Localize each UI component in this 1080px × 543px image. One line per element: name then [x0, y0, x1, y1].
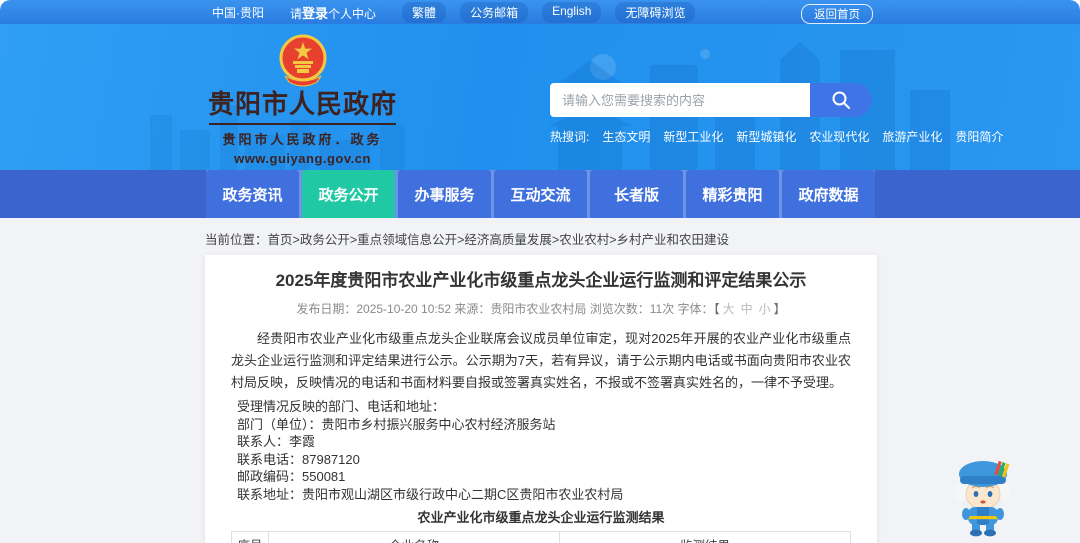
nav-item-4[interactable]: 互动交流	[494, 170, 587, 218]
breadcrumb: 当前位置：首页>政务公开>重点领域信息公开>经济高质量发展>农业农村>乡村产业和…	[205, 229, 729, 248]
font-bracket: 【	[713, 302, 720, 316]
font-size-option[interactable]: 大	[723, 302, 735, 316]
nav-item-2[interactable]: 政务公开	[302, 170, 395, 218]
hot-search-word[interactable]: 贵阳简介	[955, 128, 1003, 145]
monitor-result-table: 序号企业名称监测结果 1贵州合力超市采购有限公司合格2贵州友禾种业有限公司合格3…	[230, 531, 851, 543]
main-navigation: 政务资讯 政务公开 办事服务 互动交流 长者版 精彩贵阳 政府数据	[0, 170, 1080, 218]
font-size-option[interactable]: 小	[759, 302, 771, 316]
search-input[interactable]	[550, 83, 810, 117]
top-utility-bar: 中国·贵阳 请登录个人中心 繁體 公务邮箱 English 无障碍浏览 返回首页	[0, 0, 1080, 24]
contact-line: 联系电话：87987120	[237, 451, 360, 467]
region-link[interactable]: 中国·贵阳	[212, 4, 264, 21]
nav-item-1[interactable]: 政务资讯	[206, 170, 299, 218]
article-card: 2025年度贵阳市农业产业化市级重点龙头企业运行监测和评定结果公示 发布日期：2…	[205, 255, 877, 543]
contact-line: 联系地址：贵阳市观山湖区市级行政中心二期C区贵阳市农业农村局	[237, 486, 624, 502]
page: 中国·贵阳 请登录个人中心 繁體公务邮箱 English 无障碍浏览 返回首页	[0, 0, 1080, 543]
contact-line: 受理情况反映的部门、电话和地址：	[237, 399, 446, 414]
mascot-assistant[interactable]	[944, 450, 1022, 538]
nav-item-5[interactable]: 长者版	[590, 170, 683, 218]
nav-item-7[interactable]: 政府数据	[782, 170, 875, 218]
site-logo[interactable]: 贵阳市人民政府 贵阳市人民政府．政务 www.guiyang.gov.cn	[205, 32, 400, 166]
article-meta-text: 发布日期：2025-10-20 10:52 来源：贵阳市农业农村局 浏览次数：1…	[296, 302, 714, 316]
table-header-row: 序号企业名称监测结果	[230, 531, 851, 543]
search-icon	[832, 91, 850, 109]
table-caption: 农业产业化市级重点龙头企业运行监测结果	[417, 510, 665, 525]
hot-search-word[interactable]: 新型工业化	[663, 128, 723, 145]
article-meta: 发布日期：2025-10-20 10:52 来源：贵阳市农业农村局 浏览次数：1…	[231, 300, 851, 317]
login-link[interactable]: 请登录个人中心	[290, 3, 376, 22]
nav-item-6[interactable]: 精彩贵阳	[686, 170, 779, 218]
table-header-cell: 序号	[230, 531, 270, 543]
font-size-option[interactable]: 中	[741, 302, 753, 316]
article-paragraphs: 经贵阳市农业产业化市级重点龙头企业联席会议成员单位审定，现对2025年开展的农业…	[231, 328, 851, 394]
national-emblem-icon	[279, 34, 326, 87]
site-banner: 贵阳市人民政府 贵阳市人民政府．政务 www.guiyang.gov.cn 热搜…	[0, 24, 1080, 170]
contact-line: 部门（单位）：贵阳市乡村振兴服务中心农村经济服务站	[237, 416, 556, 432]
search-area: 热搜词: 生态文明新型工业化新型城镇化农业现代化旅游产业化贵阳简介	[550, 83, 1003, 145]
search-button[interactable]	[810, 83, 872, 117]
site-title: 贵阳市人民政府	[207, 89, 397, 119]
breadcrumb-path[interactable]: 首页>政务公开>重点领域信息公开>经济高质量发展>农业农村>乡村产业和农田建设	[268, 233, 730, 247]
site-url: www.guiyang.gov.cn	[234, 151, 371, 166]
hot-search-word[interactable]: 生态文明	[602, 128, 650, 145]
article-paragraph: 经贵阳市农业产业化市级重点龙头企业联席会议成员单位审定，现对2025年开展的农业…	[231, 331, 851, 390]
nav-item-3[interactable]: 办事服务	[398, 170, 491, 218]
site-subtitle: 贵阳市人民政府．政务	[222, 132, 383, 147]
font-bracket: 】	[773, 302, 786, 316]
hot-search-word[interactable]: 旅游产业化	[882, 128, 942, 145]
return-home-button[interactable]: 返回首页	[801, 4, 873, 24]
topbar-quick-links: 繁體 公务邮箱 English 无障碍浏览	[402, 1, 696, 23]
topbar-link[interactable]: 无障碍浏览	[615, 1, 696, 23]
contact-info-lines: 受理情况反映的部门、电话和地址： 部门（单位）：贵阳市乡村振兴服务中心农村经济服务…	[231, 398, 851, 503]
article-body: 经贵阳市农业产业化市级重点龙头企业联席会议成员单位审定，现对2025年开展的农业…	[230, 328, 851, 543]
topbar-link[interactable]: 繁體	[402, 1, 447, 23]
nav-items: 政务资讯 政务公开 办事服务 互动交流 长者版 精彩贵阳 政府数据	[206, 170, 875, 218]
hot-search-word[interactable]: 农业现代化	[809, 128, 869, 145]
table-header-cell: 企业名称	[268, 531, 561, 543]
contact-line: 邮政编码：550081	[237, 469, 346, 484]
table-header-cell: 监测结果	[559, 531, 851, 543]
topbar-link[interactable]: 公务邮箱	[460, 1, 529, 23]
article-title: 2025年度贵阳市农业产业化市级重点龙头企业运行监测和评定结果公示	[275, 271, 807, 290]
contact-line: 联系人：李霞	[237, 434, 316, 449]
hot-search-row: 热搜词: 生态文明 新型工业化 新型城镇化 农业现代化 旅游产业化 贵阳简介	[550, 128, 1003, 145]
topbar-link[interactable]: English	[542, 1, 602, 23]
font-size-controls: 大中小	[720, 302, 774, 316]
breadcrumb-label: 当前位置：	[205, 233, 268, 247]
hot-search-words: 生态文明 新型工业化 新型城镇化 农业现代化 旅游产业化 贵阳简介	[602, 128, 1003, 145]
hot-search-label: 热搜词:	[550, 130, 590, 144]
logo-divider	[209, 123, 396, 125]
hot-search-word[interactable]: 新型城镇化	[736, 128, 796, 145]
